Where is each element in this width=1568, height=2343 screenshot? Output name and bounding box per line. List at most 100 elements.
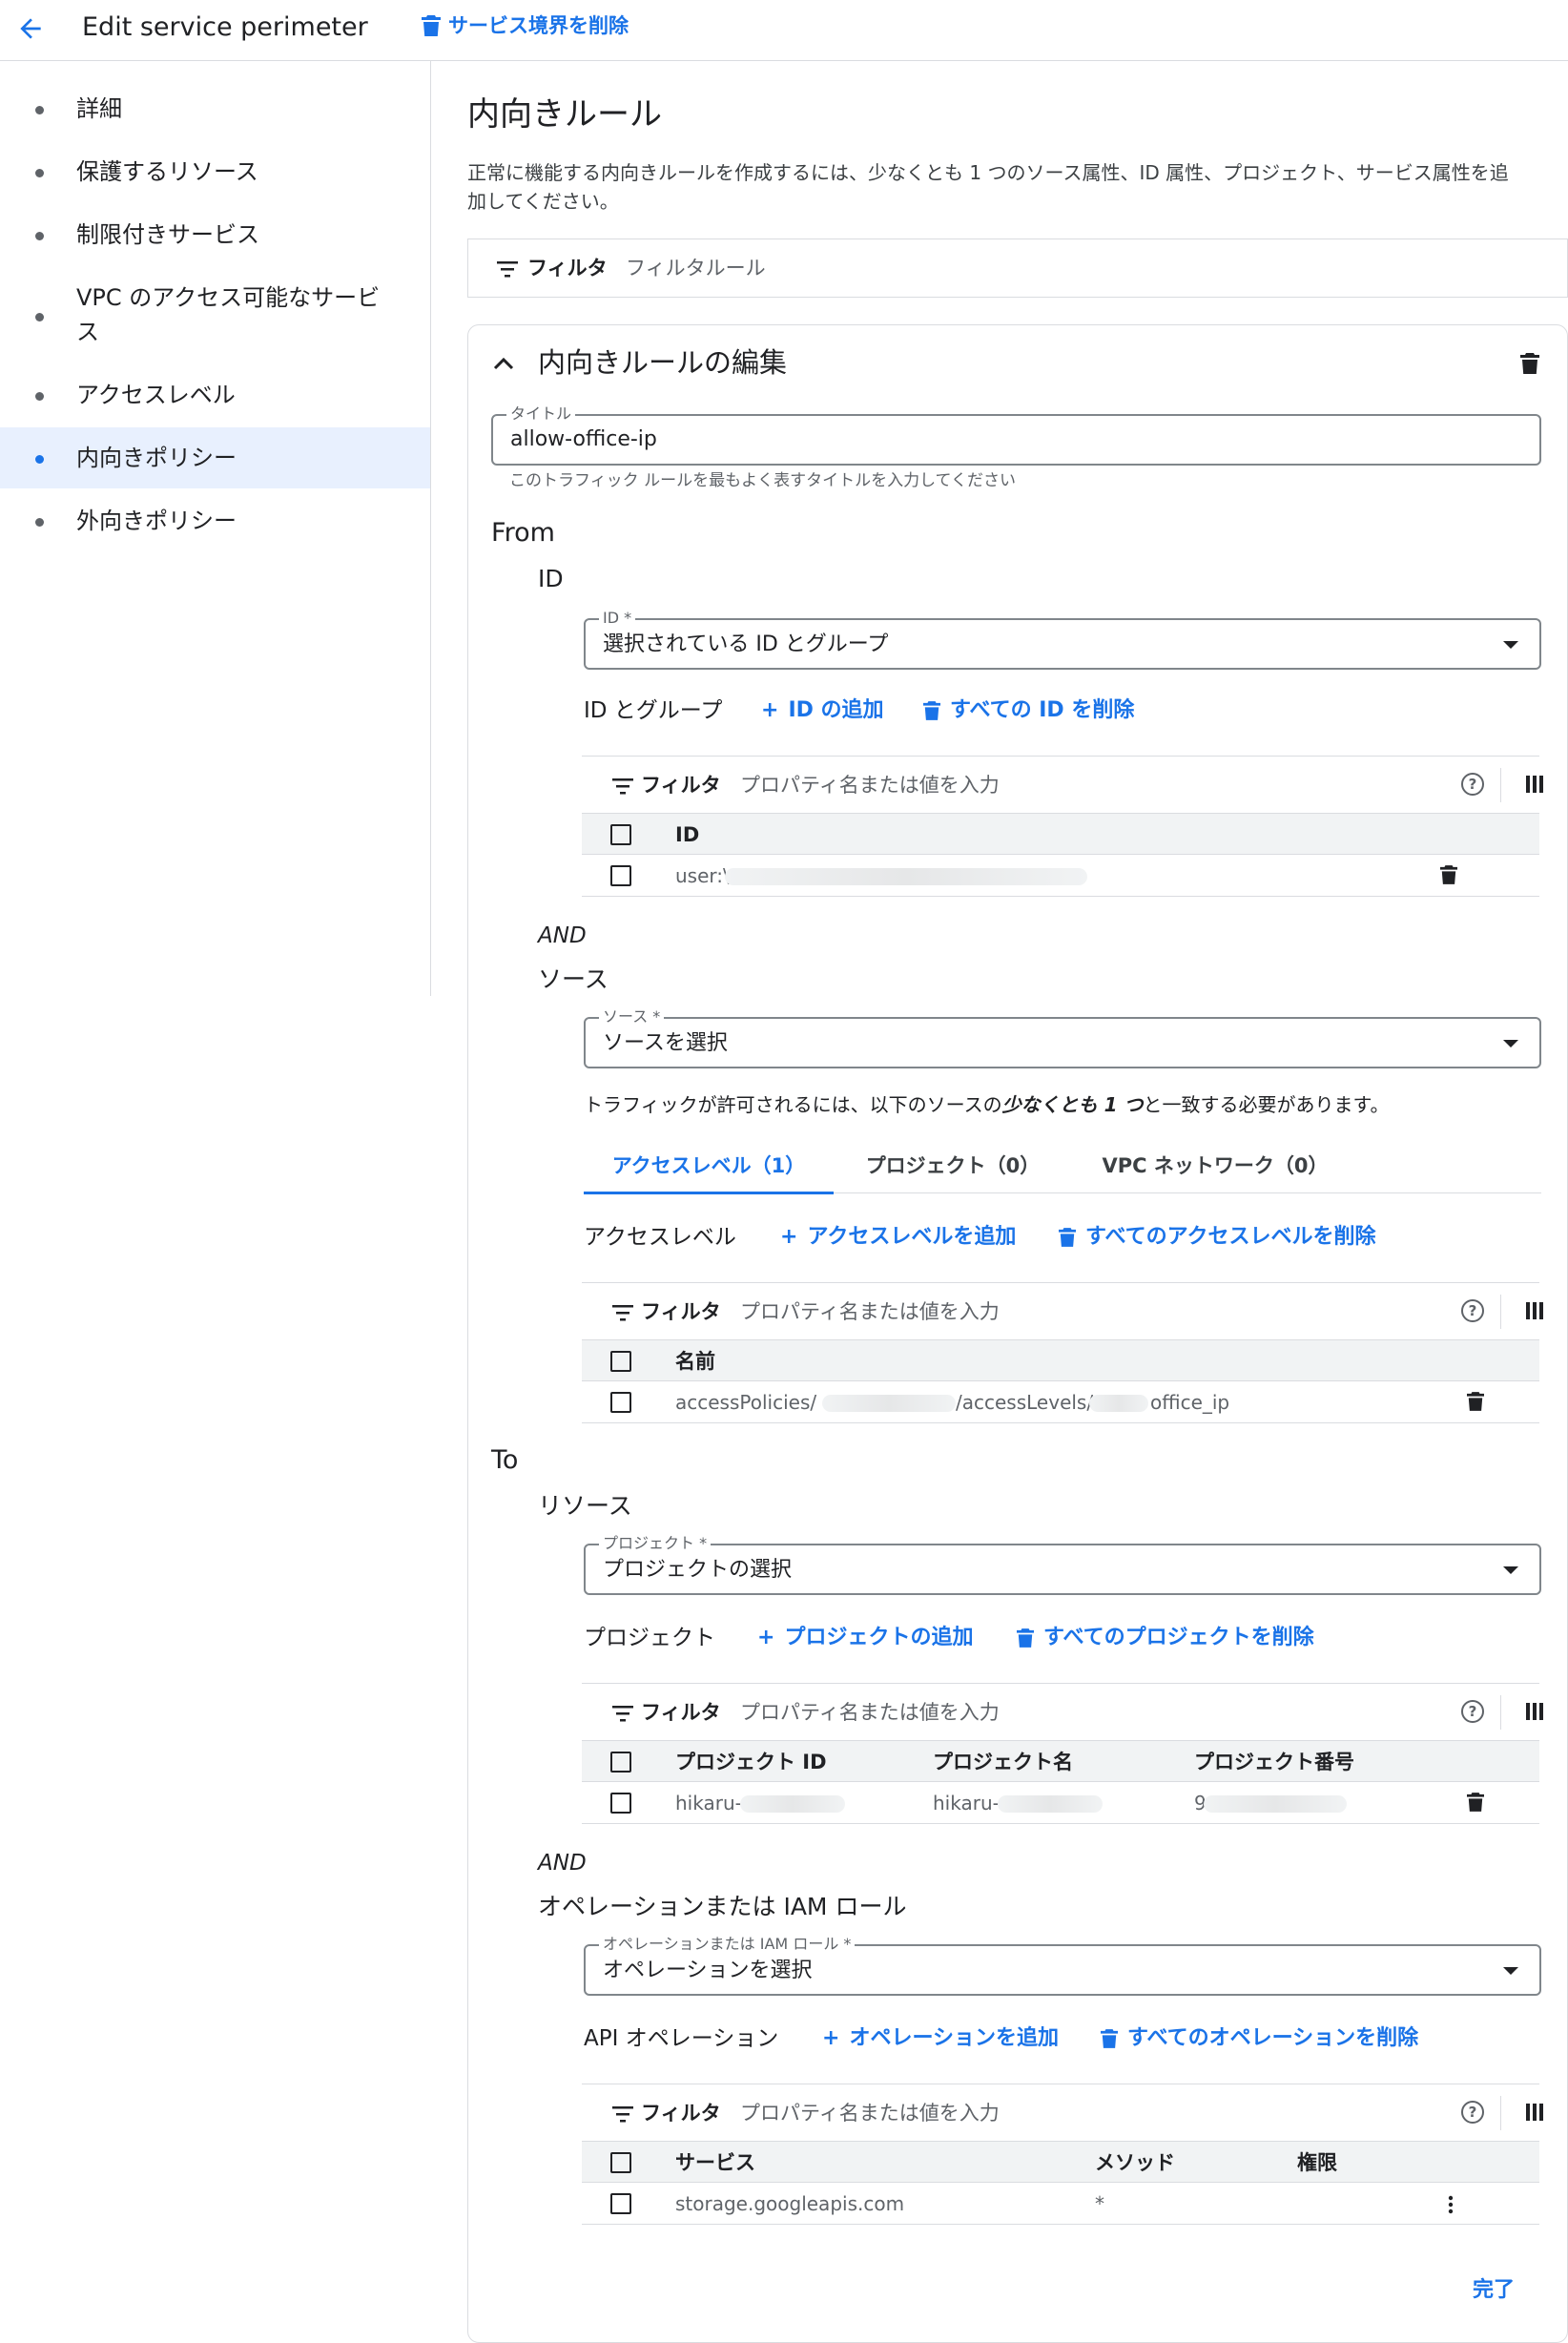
dropdown-arrow-icon [1503, 641, 1518, 649]
operation-table-header: サービス メソッド 権限 [582, 2141, 1539, 2183]
project-table-filter[interactable]: フィルタ プロパティ名または値を入力 ? [582, 1683, 1543, 1740]
help-icon[interactable]: ? [1461, 1299, 1484, 1322]
remove-all-operations-button[interactable]: すべてのオペレーションを削除 [1101, 2025, 1418, 2052]
from-label: From [491, 518, 555, 548]
add-operation-button[interactable]: + オペレーションを追加 [822, 2025, 1059, 2052]
filter-icon [612, 2106, 633, 2123]
sidebar-item-ingress-policy[interactable]: 内向きポリシー [0, 427, 430, 488]
title-field[interactable]: タイトル allow-office-ip [491, 404, 1541, 466]
sidebar-item-protected-resources[interactable]: 保護するリソース [0, 141, 430, 202]
help-icon[interactable]: ? [1461, 2101, 1484, 2124]
trash-icon[interactable] [1467, 1392, 1484, 1411]
rule-heading: 内向きルールの編集 [538, 346, 788, 379]
project-table: フィルタ プロパティ名または値を入力 ? プロジェクト ID プロジェクト名 プ… [582, 1683, 1543, 1824]
row-checkbox[interactable] [610, 2193, 631, 2214]
sidebar-item-egress-policy[interactable]: 外向きポリシー [0, 490, 430, 551]
operation-filter-input[interactable]: プロパティ名または値を入力 [740, 2100, 1000, 2126]
access-level-list-label: アクセスレベル [584, 1225, 736, 1250]
operation-table: フィルタ プロパティ名または値を入力 ? サービス メソッド 権限 storag… [582, 2084, 1543, 2225]
more-vert-icon[interactable] [1448, 2195, 1454, 2214]
select-all-checkbox[interactable] [610, 824, 631, 845]
plus-icon: + [822, 2026, 840, 2050]
add-id-button[interactable]: + ID の追加 [761, 697, 884, 724]
trash-icon[interactable] [1440, 865, 1457, 884]
dropdown-arrow-icon [1503, 1967, 1518, 1975]
sidebar: 詳細 保護するリソース 制限付きサービス VPC のアクセス可能なサービス アク… [0, 61, 431, 996]
plus-icon: + [757, 1626, 775, 1649]
api-operation-list-label: API オペレーション [584, 2026, 779, 2051]
columns-icon[interactable] [1526, 776, 1543, 793]
row-checkbox[interactable] [610, 1793, 631, 1814]
id-heading: ID [538, 565, 564, 592]
sidebar-item-restricted-services[interactable]: 制限付きサービス [0, 204, 430, 265]
sidebar-item-vpc-accessible-services[interactable]: VPC のアクセス可能なサービス [0, 267, 430, 363]
project-filter-input[interactable]: プロパティ名または値を入力 [740, 1699, 1000, 1726]
project-table-header: プロジェクト ID プロジェクト名 プロジェクト番号 [582, 1740, 1539, 1782]
done-button[interactable]: 完了 [1473, 2276, 1515, 2305]
tab-vpc-networks[interactable]: VPC ネットワーク（0） [1072, 1141, 1358, 1194]
id-list-label: ID とグループ [584, 698, 723, 723]
tab-access-levels[interactable]: アクセスレベル（1） [584, 1141, 834, 1194]
top-bar: Edit service perimeter サービス境界を削除 [0, 0, 1568, 61]
id-table-filter[interactable]: フィルタ プロパティ名または値を入力 ? [582, 756, 1543, 813]
sidebar-item-details[interactable]: 詳細 [0, 78, 430, 139]
trash-icon[interactable] [1520, 353, 1539, 374]
rules-filter-input[interactable]: フィルタルール [626, 255, 766, 281]
project-list-label: プロジェクト [584, 1626, 715, 1650]
redacted-value [725, 868, 1087, 885]
trash-icon [1059, 1228, 1076, 1247]
operation-table-filter[interactable]: フィルタ プロパティ名または値を入力 ? [582, 2084, 1543, 2141]
dropdown-arrow-icon [1503, 1566, 1518, 1574]
redacted-value [1089, 1395, 1148, 1412]
row-checkbox[interactable] [610, 865, 631, 886]
plus-icon: + [780, 1225, 798, 1249]
id-select[interactable]: ID * 選択されている ID とグループ [584, 609, 1541, 670]
operation-select[interactable]: オペレーションまたは IAM ロール * オペレーションを選択 [584, 1935, 1541, 1996]
row-checkbox[interactable] [610, 1392, 631, 1413]
table-row: accessPolicies/ /accessLevels/ office_ip [582, 1381, 1539, 1423]
add-access-level-button[interactable]: + アクセスレベルを追加 [780, 1224, 1016, 1251]
help-icon[interactable]: ? [1461, 1700, 1484, 1723]
columns-icon[interactable] [1526, 2104, 1543, 2121]
redacted-value [998, 1795, 1103, 1813]
title-hint: このトラフィック ルールを最もよく表すタイトルを入力してください [509, 471, 1017, 490]
description: 正常に機能する内向きルールを作成するには、少なくとも 1 つのソース属性、ID … [467, 161, 1509, 213]
resource-heading: リソース [538, 1492, 632, 1520]
dropdown-arrow-icon [1503, 1040, 1518, 1047]
remove-all-access-levels-button[interactable]: すべてのアクセスレベルを削除 [1059, 1224, 1375, 1251]
help-icon[interactable]: ? [1461, 773, 1484, 796]
remove-all-ids-button[interactable]: すべての ID を削除 [923, 697, 1134, 724]
access-level-table-filter[interactable]: フィルタ プロパティ名または値を入力 ? [582, 1282, 1543, 1339]
sidebar-item-access-levels[interactable]: アクセスレベル [0, 364, 430, 425]
page-title: Edit service perimeter [82, 12, 368, 42]
select-all-checkbox[interactable] [610, 1351, 631, 1372]
back-arrow-icon[interactable] [15, 13, 46, 44]
trash-icon [1017, 1628, 1034, 1648]
filter-icon [497, 261, 518, 278]
select-all-checkbox[interactable] [610, 2152, 631, 2173]
columns-icon[interactable] [1526, 1703, 1543, 1720]
redacted-value [740, 1795, 845, 1813]
and-label: AND [538, 1851, 587, 1876]
columns-icon[interactable] [1526, 1302, 1543, 1319]
table-row: storage.googleapis.com * [582, 2183, 1539, 2225]
id-table: フィルタ プロパティ名または値を入力 ? ID user:\ [582, 756, 1543, 897]
remove-all-projects-button[interactable]: すべてのプロジェクトを削除 [1017, 1625, 1314, 1651]
select-all-checkbox[interactable] [610, 1752, 631, 1773]
id-table-header: ID [582, 813, 1539, 855]
operation-heading: オペレーションまたは IAM ロール [538, 1893, 907, 1920]
source-select[interactable]: ソース * ソースを選択 [584, 1007, 1541, 1068]
redacted-value [822, 1395, 956, 1412]
tab-projects[interactable]: プロジェクト（0） [834, 1141, 1072, 1194]
id-filter-input[interactable]: プロパティ名または値を入力 [740, 772, 1000, 798]
rules-filter-bar[interactable]: フィルタ フィルタルール [467, 238, 1568, 298]
delete-perimeter-button[interactable]: サービス境界を削除 [422, 11, 629, 40]
access-level-filter-input[interactable]: プロパティ名または値を入力 [740, 1298, 1000, 1325]
project-select[interactable]: プロジェクト * プロジェクトの選択 [584, 1534, 1541, 1595]
chevron-up-icon[interactable] [492, 355, 515, 370]
source-heading: ソース [538, 965, 609, 993]
trash-icon[interactable] [1467, 1793, 1484, 1812]
access-level-table-header: 名前 [582, 1339, 1539, 1381]
add-project-button[interactable]: + プロジェクトの追加 [757, 1625, 973, 1651]
redacted-value [1204, 1795, 1347, 1813]
